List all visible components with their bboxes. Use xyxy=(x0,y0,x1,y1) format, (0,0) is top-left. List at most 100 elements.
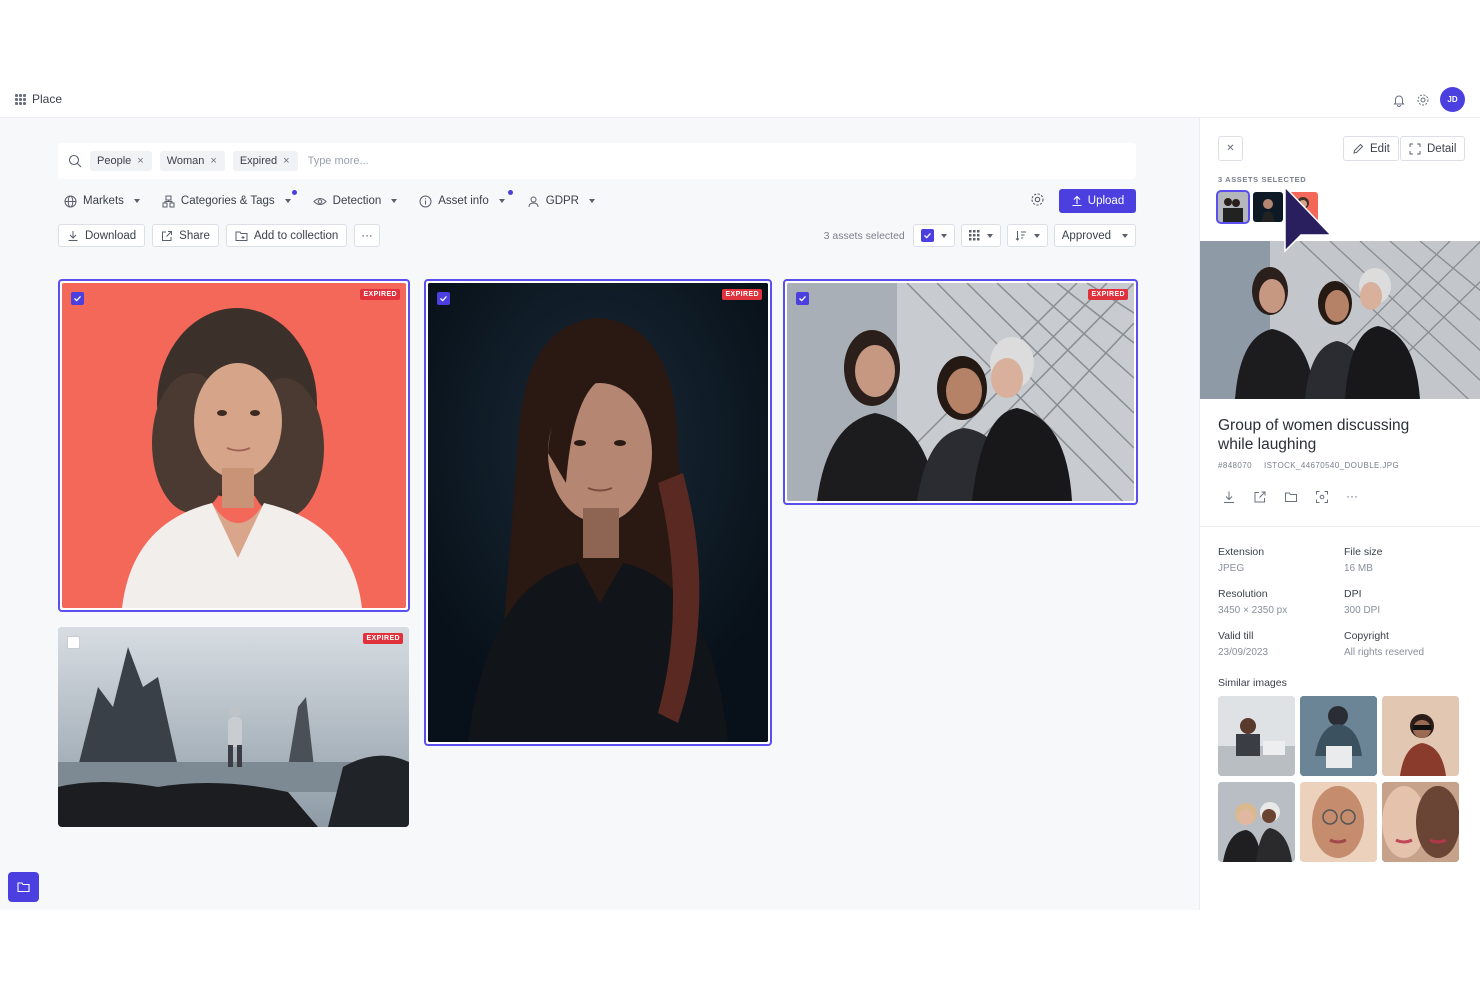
share-button[interactable]: Share xyxy=(152,224,219,247)
expired-badge: EXPIRED xyxy=(363,633,403,644)
share-icon[interactable] xyxy=(1253,490,1267,504)
similar-images-label: Similar images xyxy=(1218,677,1287,689)
search-chip-expired[interactable]: Expired × xyxy=(232,151,298,171)
bell-icon[interactable] xyxy=(1392,93,1406,107)
property-extension: Extension JPEG xyxy=(1218,546,1265,574)
asset-meta: #848070 ISTOCK_44670540_DOUBLE.JPG xyxy=(1218,461,1399,470)
asset-file-name: ISTOCK_44670540_DOUBLE.JPG xyxy=(1263,461,1400,470)
sort-dropdown[interactable] xyxy=(1006,224,1048,247)
similar-image[interactable] xyxy=(1218,782,1295,862)
checkbox-checked-icon xyxy=(71,292,84,305)
edit-button[interactable]: Edit xyxy=(1343,136,1399,161)
add-to-collection-button[interactable]: Add to collection xyxy=(225,224,348,247)
asset-quick-actions: ··· xyxy=(1222,490,1358,504)
asset-card-group-women[interactable]: EXPIRED xyxy=(783,279,1138,505)
property-file-size: File size 16 MB xyxy=(1344,546,1383,574)
asset-detail-panel: ✕ Edit Detail 3 ASSETS SELECTED Group of… xyxy=(1199,118,1480,910)
asset-image: EXPIRED xyxy=(58,627,409,827)
grid-view-dropdown[interactable] xyxy=(960,224,1001,247)
status-dropdown[interactable]: Approved xyxy=(1053,224,1136,247)
more-actions-button[interactable]: ··· xyxy=(354,224,380,247)
search-bar[interactable]: People × Woman × Expired × Type more... xyxy=(58,143,1136,179)
folder-plus-icon xyxy=(235,231,248,241)
filter-gdpr[interactable]: GDPR xyxy=(527,195,595,208)
card-checkbox[interactable] xyxy=(437,292,450,305)
card-checkbox[interactable] xyxy=(796,292,809,305)
thumbnail-woman-dark[interactable] xyxy=(1253,192,1283,222)
search-chip-woman[interactable]: Woman × xyxy=(159,151,225,171)
active-filter-dot xyxy=(291,189,297,195)
expired-badge: EXPIRED xyxy=(360,289,400,300)
close-panel-button[interactable]: ✕ xyxy=(1218,136,1243,161)
chevron-down-icon xyxy=(1122,233,1128,238)
filter-categories-tags[interactable]: Categories & Tags xyxy=(162,189,297,208)
download-icon xyxy=(68,230,78,241)
share-icon xyxy=(162,230,173,241)
globe-icon xyxy=(64,195,77,207)
eye-icon xyxy=(312,197,327,205)
asset-card-woman-dark[interactable]: EXPIRED xyxy=(424,279,772,746)
folder-icon xyxy=(17,882,30,893)
similar-image[interactable] xyxy=(1382,782,1459,862)
asset-image: EXPIRED xyxy=(787,283,1134,501)
card-checkbox[interactable] xyxy=(71,292,84,305)
remove-chip-icon[interactable]: × xyxy=(210,155,216,167)
selected-count: 3 assets selected xyxy=(823,229,905,242)
collections-button[interactable] xyxy=(8,872,39,902)
sort-icon xyxy=(1015,231,1026,241)
apps-grid-icon[interactable] xyxy=(15,93,26,105)
search-input[interactable]: Type more... xyxy=(308,155,369,167)
remove-chip-icon[interactable]: × xyxy=(283,155,289,167)
chevron-down-icon xyxy=(986,233,993,238)
similar-images-grid xyxy=(1218,696,1459,862)
download-icon[interactable] xyxy=(1222,490,1236,504)
chevron-down-icon xyxy=(284,199,291,203)
thumbnail-group-women[interactable] xyxy=(1216,190,1250,224)
filter-detection[interactable]: Detection xyxy=(312,195,398,208)
remove-chip-icon[interactable]: × xyxy=(137,155,143,167)
checkbox-checked-icon xyxy=(437,292,450,305)
view-settings-icon[interactable] xyxy=(1030,192,1045,207)
similar-image[interactable] xyxy=(1300,782,1377,862)
active-filter-dot xyxy=(507,189,513,195)
card-checkbox[interactable] xyxy=(67,636,80,649)
chevron-down-icon xyxy=(133,199,140,203)
app-name: Place xyxy=(32,92,63,106)
search-chip-people[interactable]: People × xyxy=(90,151,152,171)
property-valid-till: Valid till 23/09/2023 xyxy=(1218,630,1269,658)
folder-icon[interactable] xyxy=(1284,490,1298,504)
asset-title: Group of women discussing while laughing xyxy=(1218,417,1410,453)
user-avatar[interactable]: JD xyxy=(1440,87,1465,112)
upload-button[interactable]: Upload xyxy=(1059,189,1136,213)
chevron-down-icon xyxy=(391,199,398,203)
similar-image[interactable] xyxy=(1382,696,1459,776)
download-button[interactable]: Download xyxy=(58,224,146,247)
asset-image: EXPIRED xyxy=(62,283,406,608)
property-copyright: Copyright All rights reserved xyxy=(1344,630,1425,658)
filter-bar: Markets Categories & Tags Detection Asse… xyxy=(64,189,595,212)
pencil-icon xyxy=(1353,143,1364,154)
chevron-down-icon xyxy=(589,199,595,203)
panel-divider xyxy=(1200,526,1480,527)
filter-markets[interactable]: Markets xyxy=(64,195,140,208)
checkbox-unchecked-icon xyxy=(67,636,80,649)
asset-card-woman-red[interactable]: EXPIRED xyxy=(58,279,410,612)
more-icon[interactable]: ··· xyxy=(1346,490,1358,504)
similar-image[interactable] xyxy=(1300,696,1377,776)
asset-card-hiker[interactable]: EXPIRED xyxy=(58,627,409,827)
asset-preview-image[interactable] xyxy=(1200,241,1480,399)
filter-asset-info[interactable]: Asset info xyxy=(419,189,513,208)
app-brand[interactable]: Place xyxy=(15,92,62,106)
asset-image: EXPIRED xyxy=(428,283,768,742)
expired-badge: EXPIRED xyxy=(722,289,762,300)
property-dpi: DPI 300 DPI xyxy=(1344,588,1381,616)
detect-icon[interactable] xyxy=(1315,490,1329,504)
similar-image[interactable] xyxy=(1218,696,1295,776)
detail-button[interactable]: Detail xyxy=(1400,136,1466,161)
gear-icon[interactable] xyxy=(1416,93,1430,107)
select-all-dropdown[interactable] xyxy=(912,224,955,247)
chevron-down-icon xyxy=(498,199,505,203)
expired-badge: EXPIRED xyxy=(1088,289,1128,300)
view-controls: 3 assets selected Approved xyxy=(824,224,1136,247)
grid-view-icon xyxy=(968,230,980,241)
